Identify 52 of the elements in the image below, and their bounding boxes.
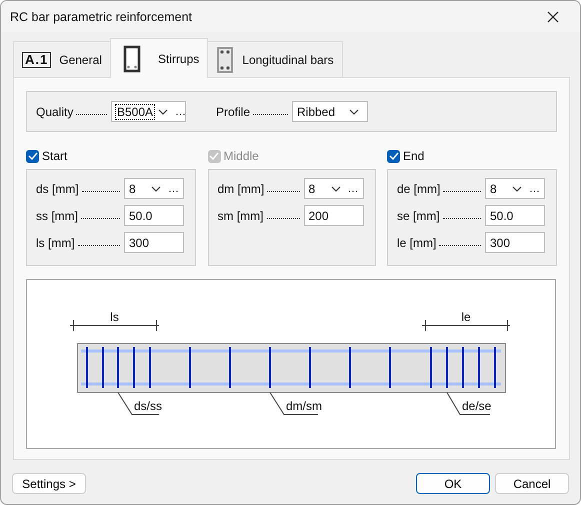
field-label: sm [mm]: [218, 208, 264, 222]
field-label: de [mm]: [397, 182, 440, 196]
dimension-label: le: [461, 310, 471, 324]
field-label: se [mm]: [397, 208, 440, 222]
leader-label: de/se: [462, 399, 492, 413]
field-label: ds [mm]: [36, 182, 79, 196]
checkbox-label: Middle: [224, 149, 259, 163]
tab[interactable]: A.1 General: [13, 41, 111, 77]
leader-line: [446, 392, 490, 415]
checkbox-label: End: [403, 149, 424, 163]
browse-button[interactable]: …: [529, 182, 540, 194]
dimension-label: ls: [110, 310, 119, 324]
check-icon: [28, 152, 38, 160]
check-icon: [388, 152, 398, 160]
input-field[interactable]: 300: [485, 232, 545, 253]
chevron-down-icon: [330, 186, 340, 192]
check-icon: [209, 152, 219, 160]
field-label: Quality: [36, 104, 74, 118]
input-field[interactable]: 50.0: [485, 205, 545, 226]
button[interactable]: Settings >: [12, 473, 86, 494]
tab[interactable]: Stirrups: [110, 38, 208, 78]
leader-line: [118, 392, 160, 415]
button[interactable]: Cancel: [495, 473, 569, 494]
section-icon: [216, 46, 234, 74]
field-label: ss [mm]: [36, 208, 78, 222]
chevron-down-icon: [151, 186, 161, 192]
stirrup-icon: [122, 44, 141, 72]
dropdown[interactable]: 8 …: [485, 178, 545, 199]
dropdown[interactable]: 8 …: [124, 178, 184, 199]
input-field[interactable]: 300: [124, 232, 184, 253]
leader-label: ds/ss: [134, 399, 162, 413]
chevron-down-icon: [158, 108, 168, 114]
checkbox[interactable]: [387, 150, 400, 162]
text-badge-icon: A.1: [22, 52, 52, 68]
checkbox-label: Start: [42, 149, 68, 163]
chevron-down-icon: [349, 108, 359, 114]
window-title: RC bar parametric reinforcement: [10, 10, 192, 24]
field-label: dm [mm]: [218, 182, 264, 196]
browse-button[interactable]: …: [175, 106, 186, 118]
input-field[interactable]: 50.0: [124, 205, 184, 226]
chevron-down-icon: [512, 186, 522, 192]
field-label: Profile: [216, 104, 250, 118]
field-label: ls [mm]: [36, 236, 75, 250]
checkbox[interactable]: [26, 150, 39, 162]
browse-button[interactable]: …: [168, 182, 179, 194]
close-icon: [547, 10, 559, 22]
field-label: le [mm]: [397, 236, 436, 250]
dropdown[interactable]: Ribbed: [292, 101, 368, 122]
button[interactable]: OK: [416, 473, 490, 494]
leader-label: dm/sm: [286, 399, 322, 413]
dropdown[interactable]: B500A …: [111, 101, 186, 122]
tab[interactable]: Longitudinal bars: [207, 41, 343, 77]
